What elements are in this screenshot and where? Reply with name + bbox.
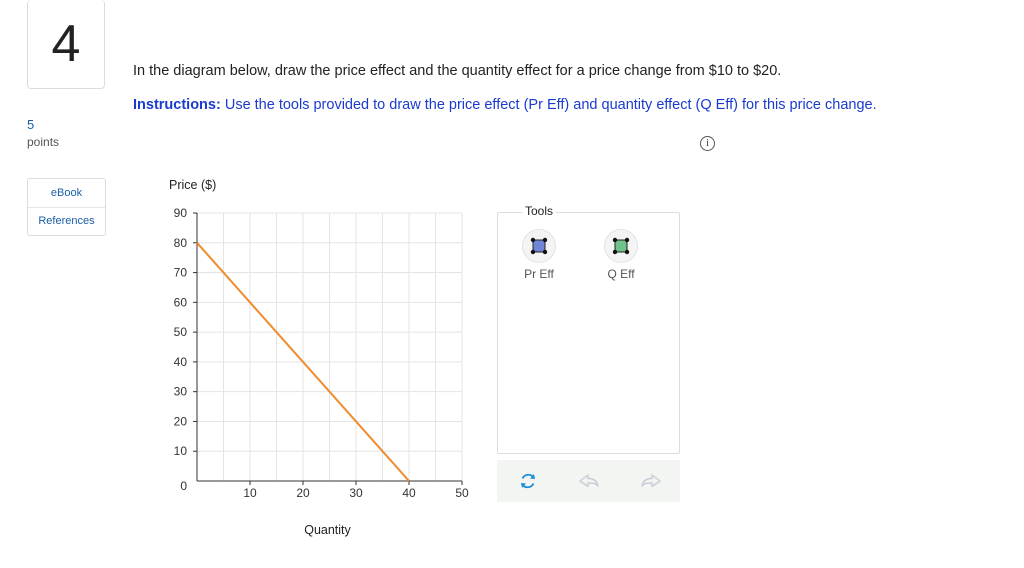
undo-icon[interactable]: [577, 469, 601, 493]
y-axis-title: Price ($): [169, 178, 216, 192]
origin-label: 0: [180, 479, 187, 493]
x-tick-label: 10: [243, 486, 257, 500]
y-tick-label: 20: [174, 414, 188, 428]
x-tick-label: 40: [402, 486, 416, 500]
x-axis-title: Quantity: [304, 523, 351, 537]
y-tick-label: 40: [174, 355, 188, 369]
y-tick-label: 30: [174, 385, 188, 399]
y-tick-label: 50: [174, 325, 188, 339]
axes: [193, 212, 463, 485]
y-tick-label: 60: [174, 295, 188, 309]
y-tick-label: 80: [174, 236, 188, 250]
redo-icon[interactable]: [639, 469, 663, 493]
rectangle-shape-icon: [522, 229, 556, 263]
tool-quantity-effect-label: Q Eff: [607, 267, 635, 281]
y-tick-label: 90: [174, 206, 188, 220]
tools-title: Tools: [522, 204, 557, 218]
tool-price-effect[interactable]: Pr Eff: [519, 229, 559, 281]
grid-lines: [197, 212, 463, 481]
y-tick-label: 10: [174, 444, 188, 458]
rectangle-shape-icon: [604, 229, 638, 263]
axis-labels: 10 20 30 40 50 60 70 80 90 10 20 30 40 50 0 Price ($) Qu…: [169, 178, 469, 537]
graph-toolbar: [497, 460, 680, 502]
x-tick-label: 50: [455, 486, 469, 500]
x-tick-label: 30: [349, 486, 363, 500]
x-tick-label: 20: [296, 486, 310, 500]
tool-quantity-effect[interactable]: Q Eff: [601, 229, 641, 281]
y-tick-label: 70: [174, 266, 188, 280]
tool-price-effect-label: Pr Eff: [524, 267, 554, 281]
refresh-icon[interactable]: [516, 469, 540, 493]
